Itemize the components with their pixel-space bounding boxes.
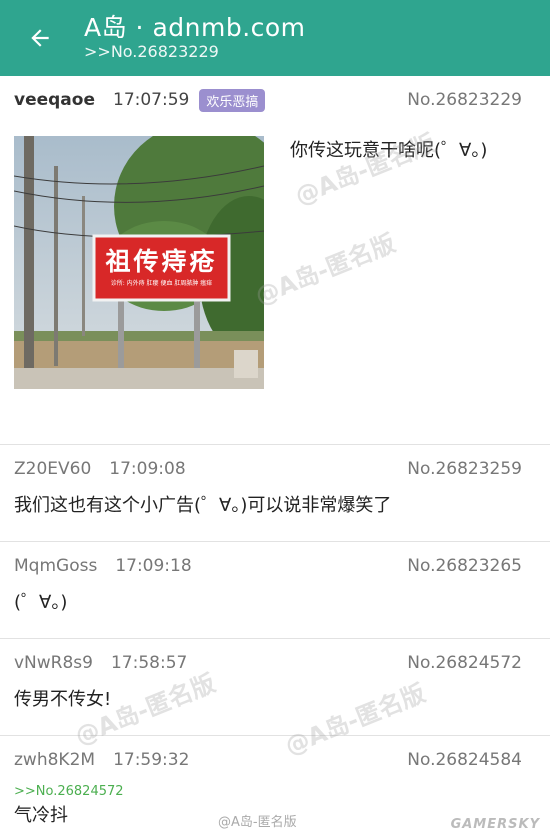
- post-text: 你传这玩意干啥呢(゜∀。): [290, 140, 488, 161]
- arrow-left-icon: [31, 29, 49, 47]
- user-id: zwh8K2M: [14, 750, 96, 770]
- post-text: (゜∀。): [14, 592, 68, 613]
- post-header: MqmGoss 17:09:18 No.26823265: [14, 542, 536, 590]
- post-number[interactable]: No.26823265: [407, 542, 522, 590]
- post-time: 17:09:08: [109, 459, 186, 479]
- post-time: 17:59:32: [113, 750, 190, 770]
- post-number[interactable]: No.26823259: [407, 445, 522, 493]
- user-id: vNwR8s9: [14, 653, 93, 673]
- thread-list: veeqaoe 17:07:59 欢乐恶搞 No.26823229 祖传痔疮 诊…: [0, 76, 550, 829]
- user-id: veeqaoe: [14, 90, 95, 110]
- post-header: Z20EV60 17:09:08 No.26823259: [14, 445, 536, 493]
- post-number[interactable]: No.26824572: [407, 639, 522, 687]
- post-header: zwh8K2M 17:59:32 No.26824584: [14, 736, 536, 784]
- reply-quote-link[interactable]: >>No.26824572: [14, 784, 536, 799]
- post-text: 我们这也有这个小广告(゜∀。)可以说非常爆笑了: [14, 495, 392, 516]
- post-header: vNwR8s9 17:58:57 No.26824572: [14, 639, 536, 687]
- weibo-watermark: @A岛-匿名版: [218, 815, 297, 830]
- reply-post: vNwR8s9 17:58:57 No.26824572 传男不传女!: [0, 639, 550, 736]
- post-time: 17:07:59: [113, 90, 190, 110]
- reply-post: Z20EV60 17:09:08 No.26823259 我们这也有这个小广告(…: [0, 445, 550, 542]
- category-badge[interactable]: 欢乐恶搞: [199, 88, 266, 112]
- user-id: MqmGoss: [14, 556, 98, 576]
- post-number[interactable]: No.26824584: [407, 736, 522, 784]
- app-bar: A岛 · adnmb.com >>No.26823229: [0, 0, 550, 76]
- post-number[interactable]: No.26823229: [407, 76, 522, 124]
- post-text: 传男不传女!: [14, 689, 112, 710]
- reply-post: MqmGoss 17:09:18 No.26823265 (゜∀。): [0, 542, 550, 639]
- post-time: 17:09:18: [115, 556, 192, 576]
- post-time: 17:58:57: [110, 653, 188, 673]
- original-post: veeqaoe 17:07:59 欢乐恶搞 No.26823229 祖传痔疮 诊…: [0, 76, 550, 445]
- post-header: veeqaoe 17:07:59 欢乐恶搞 No.26823229: [14, 76, 536, 124]
- post-image[interactable]: 祖传痔疮 诊所: 内外痔 肛瘘 便血 肛周脓肿 瘙痒: [14, 136, 264, 389]
- gamersky-logo: GAMERSKY: [450, 817, 540, 832]
- app-title: A岛 · adnmb.com: [84, 13, 306, 42]
- post-body: 祖传痔疮 诊所: 内外痔 肛瘘 便血 肛周脓肿 瘙痒 你传这玩意干啥呢(゜∀。): [14, 124, 536, 444]
- back-button[interactable]: [22, 20, 58, 56]
- billboard-title: 祖传痔疮: [105, 247, 218, 276]
- billboard-subtext: 诊所: 内外痔 肛瘘 便血 肛周脓肿 瘙痒: [110, 280, 213, 287]
- user-id: Z20EV60: [14, 459, 92, 479]
- thread-id-subtitle: >>No.26823229: [84, 42, 219, 61]
